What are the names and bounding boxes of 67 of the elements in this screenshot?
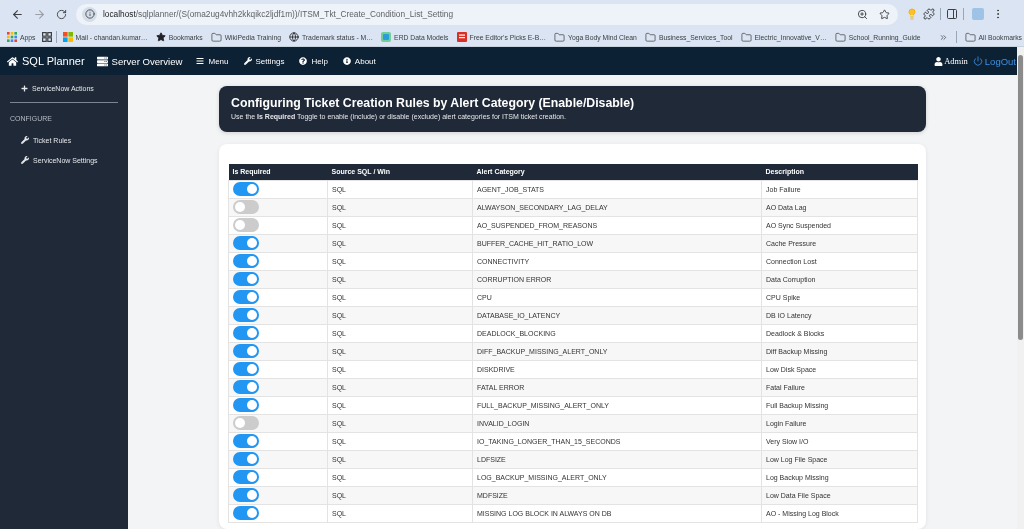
info-icon <box>84 9 95 19</box>
four-squares-icon <box>62 32 73 42</box>
extensions-icon[interactable] <box>923 8 935 20</box>
toggle-switch[interactable] <box>233 308 259 322</box>
folder-icon <box>644 31 656 43</box>
power-icon <box>972 56 983 66</box>
site-info-button[interactable] <box>82 6 97 22</box>
back-arrow-icon <box>10 7 24 21</box>
wrench-icon <box>21 136 29 144</box>
reload-icon <box>55 8 67 20</box>
apps-grid-icon <box>7 32 17 42</box>
zoom-in-icon <box>856 8 868 20</box>
toggle-switch[interactable] <box>233 344 259 358</box>
bookmark-star-button[interactable] <box>876 6 892 22</box>
star-icon <box>155 32 166 42</box>
toggle-switch[interactable] <box>233 236 259 250</box>
toggle-switch[interactable] <box>233 200 259 214</box>
more-bookmarks-icon[interactable] <box>938 32 948 42</box>
globe-icon <box>288 32 299 42</box>
nav-link[interactable]: Server Overview <box>96 55 183 67</box>
wrench-icon <box>21 156 29 164</box>
side-panel-icon[interactable] <box>946 8 958 20</box>
document-icon <box>456 32 467 42</box>
star-icon <box>878 8 890 20</box>
scrollbar-thumb[interactable] <box>1018 55 1023 340</box>
toggle-switch[interactable] <box>233 470 259 484</box>
home-icon <box>7 55 18 67</box>
user-link[interactable]: Admin <box>934 56 968 66</box>
scrollbar[interactable] <box>1017 47 1024 529</box>
toggle-switch[interactable] <box>233 506 259 520</box>
toggle-switch[interactable] <box>233 218 259 232</box>
wrench-icon <box>243 57 252 65</box>
folder-icon <box>964 31 976 43</box>
info-icon <box>342 57 351 65</box>
address-bar[interactable]: localhost/sqlplanner/(S(oma2ug4vhh2kkqikc2ljdf1m))/ITSM_Tkt_Create_Condition_List_Setting <box>76 3 898 25</box>
user-icon <box>934 56 944 66</box>
toggle-switch[interactable] <box>233 182 259 196</box>
forward-arrow-icon <box>32 7 46 21</box>
toggle-switch[interactable] <box>233 380 259 394</box>
toggle-switch[interactable] <box>233 290 259 304</box>
toggle-switch[interactable] <box>233 434 259 448</box>
toggle-switch[interactable] <box>233 362 259 376</box>
url-text: localhost/sqlplanner/(S(oma2ug4vhh2kkqikc2ljdf1m))/ITSM_Tkt_Create_Condition_List_Setting <box>103 9 455 19</box>
toggle-switch[interactable] <box>233 326 259 340</box>
nav-link[interactable]: Settings <box>243 56 285 66</box>
nav-link[interactable]: Menu <box>196 56 229 66</box>
toggle-switch[interactable] <box>233 488 259 502</box>
toggle-switch[interactable] <box>233 272 259 286</box>
nav-link[interactable]: Help <box>299 56 328 66</box>
folder-icon <box>553 31 565 43</box>
diagram-icon <box>381 32 392 42</box>
folder-icon <box>210 31 222 43</box>
toggle-switch[interactable] <box>233 398 259 412</box>
plus-icon <box>21 84 28 92</box>
menu-icon <box>196 57 205 65</box>
toggle-switch[interactable] <box>233 416 259 430</box>
help-icon <box>299 57 308 65</box>
brand-link[interactable]: SQL Planner <box>7 55 85 67</box>
folder-icon <box>740 31 752 43</box>
logout-link[interactable]: LogOut <box>972 55 1016 67</box>
page-title: Configuring Ticket Creation Rules by Alert Category (Enable/Disable) <box>231 95 636 111</box>
folder-icon <box>834 31 846 43</box>
toggle-switch[interactable] <box>233 452 259 466</box>
server-icon <box>96 55 108 67</box>
grid-icon[interactable] <box>41 32 52 42</box>
toggle-switch[interactable] <box>233 254 259 268</box>
nav-link[interactable]: About <box>342 56 376 66</box>
